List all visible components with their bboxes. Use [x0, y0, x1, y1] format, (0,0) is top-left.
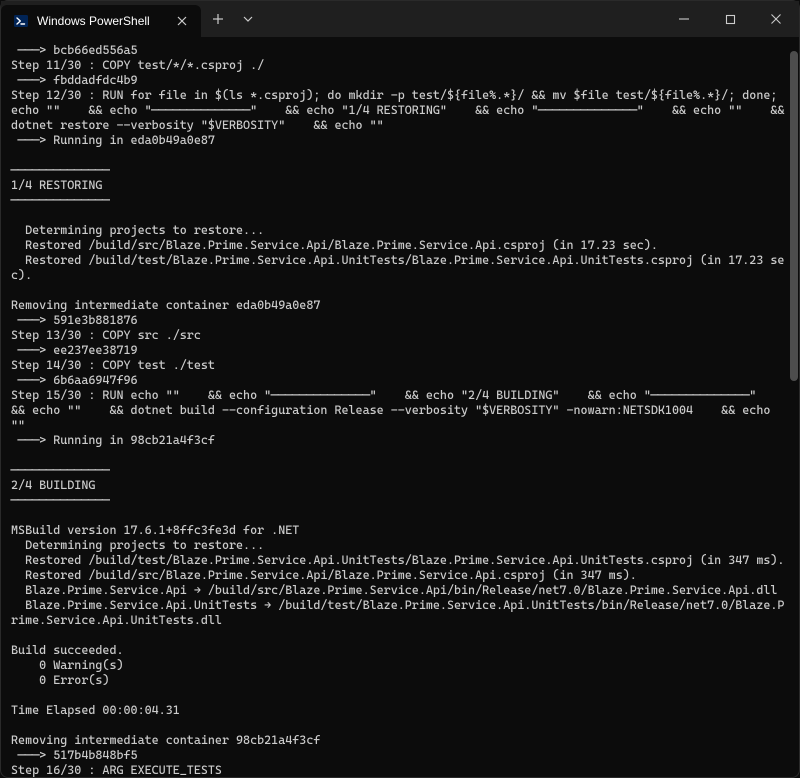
- powershell-icon: [13, 13, 29, 29]
- titlebar-drag-region[interactable]: [261, 1, 661, 37]
- tab-dropdown-button[interactable]: [235, 4, 261, 34]
- close-window-button[interactable]: [753, 1, 799, 37]
- tab-title: Windows PowerShell: [37, 14, 165, 28]
- new-tab-button[interactable]: [201, 4, 235, 34]
- scrollbar-thumb[interactable]: [790, 51, 798, 381]
- terminal-output[interactable]: ───> bcb66ed556a5 Step 11/30 : COPY test…: [1, 37, 799, 777]
- plus-icon: [212, 13, 224, 25]
- minimize-button[interactable]: [661, 1, 707, 37]
- title-bar: Windows PowerShell: [1, 1, 799, 37]
- scrollbar-track[interactable]: [789, 37, 799, 777]
- tab-close-button[interactable]: [173, 12, 191, 30]
- maximize-icon: [725, 14, 736, 25]
- chevron-down-icon: [243, 14, 253, 24]
- close-icon: [770, 13, 782, 25]
- tab-actions: [201, 1, 261, 37]
- tab-powershell[interactable]: Windows PowerShell: [1, 5, 201, 37]
- minimize-icon: [678, 13, 690, 25]
- window-controls: [661, 1, 799, 37]
- terminal-viewport: ───> bcb66ed556a5 Step 11/30 : COPY test…: [1, 37, 799, 777]
- close-icon: [177, 16, 187, 26]
- maximize-button[interactable]: [707, 1, 753, 37]
